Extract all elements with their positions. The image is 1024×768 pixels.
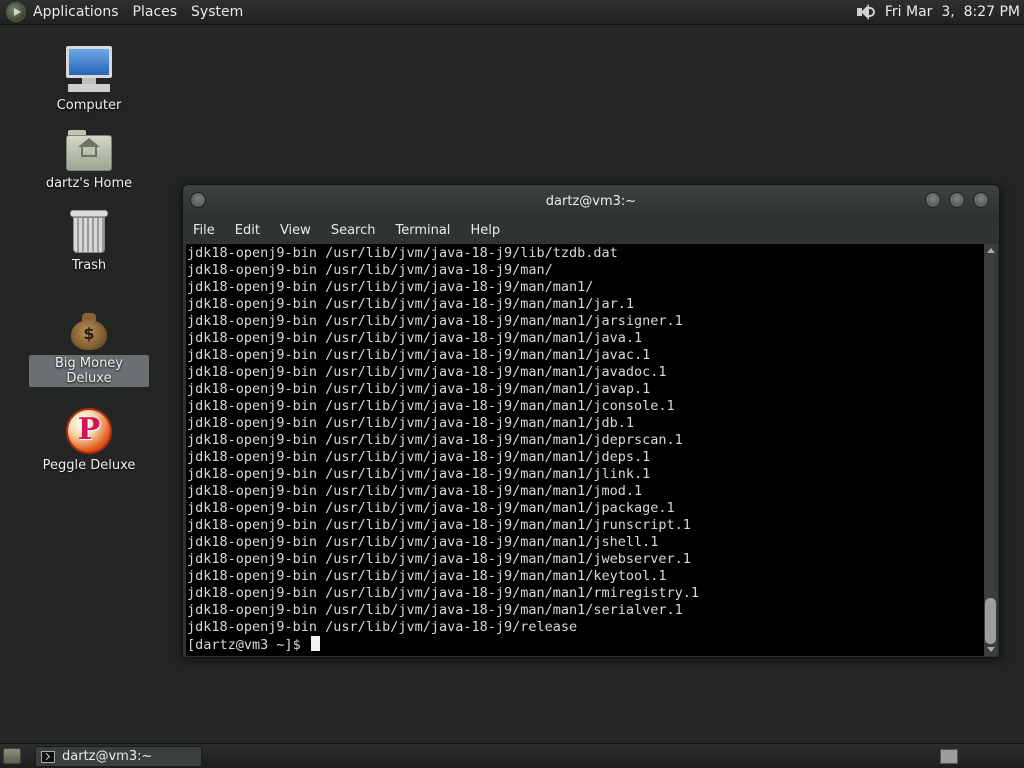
terminal-line: jdk18-openj9-bin /usr/lib/jvm/java-18-j9… [187, 466, 651, 482]
peggle-icon: P [66, 408, 112, 454]
menu-edit[interactable]: Edit [235, 223, 260, 238]
window-menu-button[interactable] [190, 192, 206, 208]
desktop-icon-label: Big Money Deluxe [29, 355, 149, 387]
terminal-line: jdk18-openj9-bin /usr/lib/jvm/java-18-j9… [187, 500, 675, 516]
terminal-line: jdk18-openj9-bin /usr/lib/jvm/java-18-j9… [187, 568, 667, 584]
menu-view[interactable]: View [280, 223, 311, 238]
menu-help[interactable]: Help [470, 223, 500, 238]
terminal-window: dartz@vm3:~ File Edit View Search Termin… [182, 184, 1000, 658]
menu-places[interactable]: Places [133, 4, 186, 20]
menu-search[interactable]: Search [331, 223, 376, 238]
terminal-line: jdk18-openj9-bin /usr/lib/jvm/java-18-j9… [187, 296, 635, 312]
shell-prompt: [dartz@vm3 ~]$ [187, 637, 309, 653]
desktop-icon-big-money[interactable]: $ Big Money Deluxe [29, 310, 149, 387]
terminal-icon [41, 750, 55, 763]
terminal-line: jdk18-openj9-bin /usr/lib/jvm/java-18-j9… [187, 415, 635, 431]
terminal-line: jdk18-openj9-bin /usr/lib/jvm/java-18-j9… [187, 602, 683, 618]
desktop-icon-label: dartz's Home [45, 176, 133, 191]
workspace-switcher-icon[interactable] [940, 749, 958, 764]
terminal-line: jdk18-openj9-bin /usr/lib/jvm/java-18-j9… [187, 381, 651, 397]
desktop-icon-label: Trash [71, 258, 107, 273]
menu-system[interactable]: System [191, 4, 251, 20]
terminal-menubar: File Edit View Search Terminal Help [183, 217, 999, 243]
terminal-line: jdk18-openj9-bin /usr/lib/jvm/java-18-j9… [187, 517, 691, 533]
terminal-line: jdk18-openj9-bin /usr/lib/jvm/java-18-j9… [187, 262, 553, 278]
text-cursor [310, 636, 320, 651]
terminal-titlebar[interactable]: dartz@vm3:~ [183, 185, 999, 217]
terminal-line: jdk18-openj9-bin /usr/lib/jvm/java-18-j9… [187, 534, 659, 550]
menu-terminal[interactable]: Terminal [395, 223, 450, 238]
terminal-line: jdk18-openj9-bin /usr/lib/jvm/java-18-j9… [187, 619, 578, 635]
desktop-icon-label: Peggle Deluxe [42, 458, 136, 473]
terminal-scrollbar[interactable] [984, 244, 997, 656]
desktop-icon-peggle[interactable]: P Peggle Deluxe [29, 408, 149, 474]
panel-tray: Fri Mar 3, 8:27 PM [855, 1, 1020, 23]
terminal-line: jdk18-openj9-bin /usr/lib/jvm/java-18-j9… [187, 330, 643, 346]
terminal-line: jdk18-openj9-bin /usr/lib/jvm/java-18-j9… [187, 585, 700, 601]
desktop-icon-home[interactable]: dartz's Home [29, 130, 149, 192]
terminal-line: jdk18-openj9-bin /usr/lib/jvm/java-18-j9… [187, 551, 691, 567]
terminal-line: jdk18-openj9-bin /usr/lib/jvm/java-18-j9… [187, 245, 618, 261]
menu-file[interactable]: File [193, 223, 215, 238]
home-folder-icon [66, 130, 112, 172]
menu-applications[interactable]: Applications [33, 4, 127, 20]
panel-clock[interactable]: Fri Mar 3, 8:27 PM [885, 4, 1020, 20]
terminal-line: jdk18-openj9-bin /usr/lib/jvm/java-18-j9… [187, 313, 683, 329]
terminal-line: jdk18-openj9-bin /usr/lib/jvm/java-18-j9… [187, 364, 667, 380]
gnome-menu-icon[interactable] [6, 2, 26, 22]
minimize-button[interactable] [925, 192, 941, 208]
scroll-up-arrow-icon[interactable] [987, 248, 995, 253]
close-button[interactable] [973, 192, 989, 208]
taskbar-button-terminal[interactable]: dartz@vm3:~ [35, 746, 202, 767]
bottom-panel: dartz@vm3:~ [0, 743, 1024, 768]
desktop-icon-computer[interactable]: Computer [29, 46, 149, 114]
maximize-button[interactable] [949, 192, 965, 208]
scrollbar-thumb[interactable] [985, 598, 996, 644]
terminal-line: jdk18-openj9-bin /usr/lib/jvm/java-18-j9… [187, 483, 643, 499]
terminal-line: jdk18-openj9-bin /usr/lib/jvm/java-18-j9… [187, 347, 651, 363]
desktop-icon-trash[interactable]: Trash [29, 210, 149, 274]
money-bag-icon: $ [69, 310, 109, 352]
computer-icon [64, 46, 114, 94]
terminal-output[interactable]: jdk18-openj9-bin /usr/lib/jvm/java-18-j9… [186, 244, 986, 656]
terminal-line: jdk18-openj9-bin /usr/lib/jvm/java-18-j9… [187, 398, 675, 414]
scroll-down-arrow-icon[interactable] [987, 647, 995, 652]
volume-icon[interactable] [855, 1, 877, 23]
trash-icon [70, 210, 108, 254]
taskbar-button-label: dartz@vm3:~ [62, 749, 153, 764]
desktop-icon-label: Computer [56, 98, 122, 113]
show-desktop-icon[interactable] [3, 748, 21, 764]
window-title: dartz@vm3:~ [545, 193, 637, 209]
terminal-line: jdk18-openj9-bin /usr/lib/jvm/java-18-j9… [187, 449, 651, 465]
top-panel: Applications Places System Fri Mar 3, 8:… [0, 0, 1024, 25]
terminal-prompt-line[interactable]: [dartz@vm3 ~]$ [187, 636, 986, 653]
terminal-line: jdk18-openj9-bin /usr/lib/jvm/java-18-j9… [187, 279, 594, 295]
terminal-line: jdk18-openj9-bin /usr/lib/jvm/java-18-j9… [187, 432, 683, 448]
